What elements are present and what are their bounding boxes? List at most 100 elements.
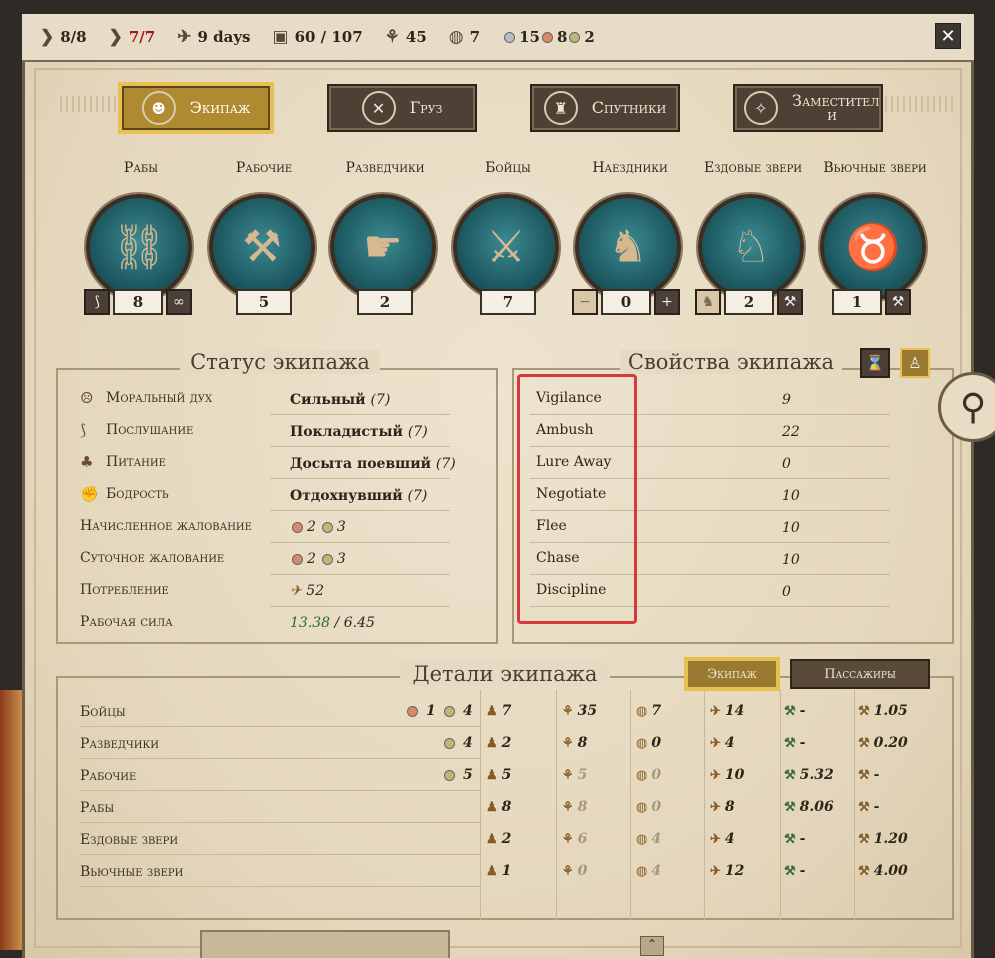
person-icon: ♟	[486, 863, 498, 879]
walking-man-icon: ✈	[290, 583, 302, 599]
shield-count: ◍ 4	[636, 831, 662, 847]
camel-icon[interactable]: ♞	[695, 289, 721, 315]
subtab-crew[interactable]: Экипаж	[686, 659, 778, 689]
chain-icon[interactable]: ∞	[166, 289, 192, 315]
property-value-discipline: 0	[782, 584, 791, 600]
resource-bar: ❯ 8/8 ❯ 7/7 ✈ 9 days ▣ 60 / 107 ⚘ 45 ◍ 7 15 8 …	[22, 14, 974, 62]
portrait-pack-animals[interactable]: ♉	[820, 194, 926, 300]
wheat-icon: ⚘	[562, 703, 574, 719]
tab-deputies[interactable]: ✧ Заместител и	[733, 84, 883, 132]
portrait-scouts[interactable]: ☛	[330, 194, 436, 300]
axe-icon: ⚒	[858, 863, 870, 879]
collapse-button[interactable]: ⌃	[640, 936, 664, 956]
carry-value: ⚒ 0.20	[858, 735, 908, 751]
stat-boots: ❯ 8/8	[40, 27, 87, 47]
crew-details-title: Детали экипажа	[400, 662, 610, 686]
property-value-lure-away: 0	[782, 456, 791, 472]
work-value: ⚒ -	[784, 831, 806, 847]
status-value-food: Досыта поевший (7)	[290, 456, 456, 472]
count-slaves: 8	[113, 289, 163, 315]
men-count: ♟ 8	[486, 799, 512, 815]
cleaver-icon[interactable]: ⚒	[885, 289, 911, 315]
walking-man-icon: ✈	[177, 27, 192, 47]
axe-icon: ⚒	[858, 831, 870, 847]
person-icon: ♟	[486, 735, 498, 751]
tab-cargo[interactable]: ✕ Груз	[327, 84, 477, 132]
stat-coins: 15 8 2	[502, 28, 595, 46]
red-boot-icon: ❯	[108, 27, 123, 47]
hourglass-button[interactable]: ⌛	[860, 348, 890, 378]
count-fighters: 7	[480, 289, 536, 315]
divider	[80, 758, 480, 759]
bronze-coin-icon	[569, 31, 581, 43]
walking-man-icon: ✈	[710, 831, 721, 847]
status-row-morale: ☹ Моральный дух	[80, 389, 213, 407]
food-count: ⚘ 5	[562, 767, 588, 783]
speed-value: ✈ 12	[710, 863, 745, 879]
details-row-fighters: Бойцы	[80, 704, 126, 720]
bronze-coin-icon	[321, 521, 333, 533]
unit-label-scouts: Разведчики	[345, 160, 425, 176]
work-value: ⚒ -	[784, 735, 806, 751]
column-divider	[480, 690, 481, 920]
whip-icon[interactable]: ⟆	[84, 289, 110, 315]
walking-man-icon: ✈	[710, 735, 721, 751]
hammer-icon: ⚒	[784, 831, 796, 847]
subtab-passengers[interactable]: Пассажиры	[790, 659, 930, 689]
shield-icon: ◍	[636, 735, 648, 751]
status-value-vigor: Отдохнувший (7)	[290, 488, 428, 504]
food-count: ⚘ 6	[562, 831, 588, 847]
portrait-fighters[interactable]: ⚔	[453, 194, 559, 300]
wage-copper: 1	[405, 703, 436, 719]
wage-bronze: 4	[442, 703, 473, 719]
unit-label-riders: Наездники	[592, 160, 668, 176]
unit-label-pack-animals: Вьючные звери	[823, 160, 927, 176]
person-icon: ♟	[486, 703, 498, 719]
bottom-tab	[200, 930, 450, 958]
status-row-daily-wage: Суточное жалование	[80, 550, 225, 566]
divider	[80, 726, 480, 727]
counter-pack-animals: 1 ⚒	[832, 288, 911, 316]
tab-companions[interactable]: ♜ Спутники	[530, 84, 680, 132]
close-button[interactable]: ✕	[935, 23, 961, 49]
hammer-icon: ⚒	[784, 703, 796, 719]
portrait-workers[interactable]: ⚒	[209, 194, 315, 300]
details-row-scouts: Разведчики	[80, 736, 159, 752]
carry-value: ⚒ 4.00	[858, 863, 908, 879]
axe-icon: ⚒	[858, 799, 870, 815]
plus-button[interactable]: +	[654, 289, 680, 315]
food-icon: ♣	[80, 453, 94, 471]
shield-icon: ◍	[636, 831, 648, 847]
count-scouts: 2	[357, 289, 413, 315]
divider	[270, 478, 450, 479]
person-icon: ♟	[486, 831, 498, 847]
wage-bronze: 4	[442, 735, 473, 751]
crate-icon: ▣	[272, 27, 289, 47]
minus-button[interactable]: −	[572, 289, 598, 315]
food-count: ⚘ 8	[562, 799, 588, 815]
column-divider	[854, 690, 855, 920]
portrait-mounts[interactable]: ♘	[698, 194, 804, 300]
property-value-chase: 10	[782, 552, 800, 568]
wage-bronze: 5	[442, 767, 473, 783]
whip-icon: ⟆	[80, 421, 86, 439]
walking-man-icon: ✈	[710, 863, 721, 879]
consumption-value: ✈ 52	[290, 583, 325, 599]
portrait-riders[interactable]: ♞	[575, 194, 681, 300]
status-row-vigor: ✊ Бодрость	[80, 485, 169, 503]
property-value-vigilance: 9	[782, 392, 791, 408]
shield-icon: ◍	[636, 863, 648, 879]
cleaver-icon[interactable]: ⚒	[777, 289, 803, 315]
portrait-slaves[interactable]: ⛓	[86, 194, 192, 300]
helmet-icon: ♜	[543, 91, 578, 125]
portrait-toggle-button[interactable]: ♙	[900, 348, 930, 378]
speed-value: ✈ 14	[710, 703, 745, 719]
work-value: ⚒ 8.06	[784, 799, 834, 815]
count-riders: 0	[601, 289, 651, 315]
stat-shield: ◍ 7	[448, 27, 481, 47]
men-count: ♟ 1	[486, 863, 512, 879]
tab-crew[interactable]: ☻ Экипаж	[120, 84, 272, 132]
unit-label-workers: Рабочие	[235, 160, 293, 176]
status-value-morale: Сильный (7)	[290, 392, 391, 408]
divider	[270, 574, 450, 575]
